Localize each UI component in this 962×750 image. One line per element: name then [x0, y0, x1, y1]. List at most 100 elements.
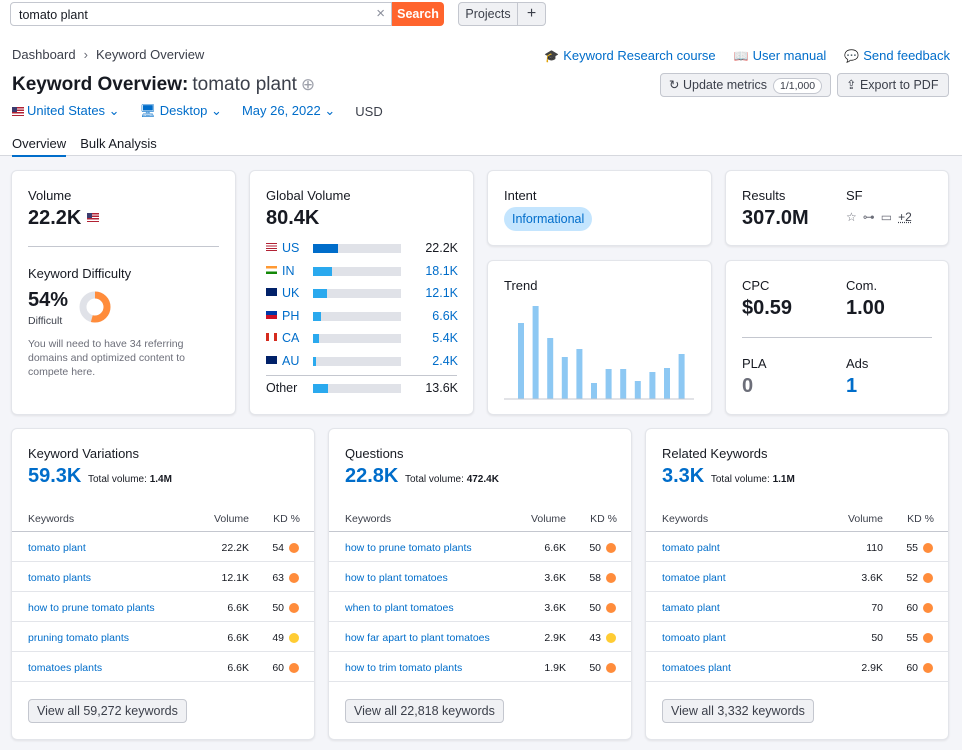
col-kd[interactable]: KD %	[575, 513, 617, 525]
divider	[28, 246, 219, 247]
country-select[interactable]: United States ⌄	[12, 103, 120, 119]
keyword-kd: 49	[272, 632, 284, 644]
col-volume[interactable]: Volume	[514, 513, 566, 525]
keyword-link[interactable]: tomato plants	[28, 572, 91, 584]
keyword-kd: 60	[906, 662, 918, 674]
keyword-link[interactable]: how to prune tomato plants	[28, 602, 155, 614]
graduation-cap-icon: 🎓	[544, 49, 560, 63]
date-select-value: May 26, 2022	[241, 103, 321, 118]
projects-button[interactable]: Projects	[458, 2, 518, 26]
breadcrumb-dashboard[interactable]: Dashboard	[12, 47, 76, 62]
breadcrumb: Dashboard › Keyword Overview	[12, 47, 204, 62]
keyword-link[interactable]: how to plant tomatoes	[345, 572, 448, 584]
sf-more[interactable]: +2	[898, 210, 912, 224]
keyword-volume: 22.2K	[221, 542, 249, 554]
card-count[interactable]: 59.3K	[28, 465, 81, 487]
manual-link[interactable]: 📖 User manual	[734, 48, 827, 63]
add-circle-icon[interactable]: ⊕	[301, 75, 315, 94]
tab-bulk-analysis[interactable]: Bulk Analysis	[80, 136, 157, 157]
update-metrics-button[interactable]: ↻ Update metrics 1/1,000	[660, 73, 831, 97]
keyword-volume: 70	[871, 602, 883, 614]
keyword-link[interactable]: tomato palnt	[662, 542, 720, 554]
keyword-link[interactable]: how far apart to plant tomatoes	[345, 632, 490, 644]
search-button[interactable]: Search	[392, 2, 444, 26]
keyword-link[interactable]: how to trim tomato plants	[345, 662, 462, 674]
ads-value[interactable]: 1	[846, 375, 857, 398]
related-keywords-card: Related Keywords 3.3K Total volume: 1.1M K…	[645, 428, 949, 740]
tabs: Overview Bulk Analysis	[12, 136, 157, 157]
export-icon: ⇪	[846, 78, 857, 92]
global-volume-card: Global Volume 80.4K US 22.2K IN 18.1K UK 12.1…	[249, 170, 474, 415]
keyword-link[interactable]: when to plant tomatoes	[345, 602, 454, 614]
trend-chart	[504, 306, 694, 400]
total-volume-value: 1.4M	[149, 474, 172, 485]
questions-card: Questions 22.8K Total volume: 472.4K Keywo…	[328, 428, 632, 740]
view-all-button[interactable]: View all 22,818 keywords	[345, 699, 504, 723]
keyword-link[interactable]: tomato plant	[28, 542, 86, 554]
ph-flag-icon	[266, 310, 277, 319]
search-input[interactable]: tomato plant ×	[10, 2, 392, 26]
country-bar	[313, 311, 401, 321]
total-volume: Total volume: 1.4M	[85, 474, 172, 485]
country-row[interactable]: IN 18.1K	[266, 264, 458, 278]
card-count[interactable]: 3.3K	[662, 465, 704, 487]
feedback-link[interactable]: 💬 Send feedback	[844, 48, 950, 63]
keyword-volume: 12.1K	[221, 572, 249, 584]
keyword-kd: 50	[589, 602, 601, 614]
col-keywords[interactable]: Keywords	[28, 513, 74, 525]
view-all-button[interactable]: View all 3,332 keywords	[662, 699, 814, 723]
country-row[interactable]: AU 2.4K	[266, 354, 458, 368]
card-count[interactable]: 22.8K	[345, 465, 398, 487]
device-select[interactable]: 🖥 Desktop ⌄	[140, 103, 222, 119]
update-metrics-label: Update metrics	[682, 78, 768, 92]
country-code: CA	[282, 331, 300, 345]
global-volume-other-row: Other 13.6K	[266, 381, 458, 395]
country-row[interactable]: PH 6.6K	[266, 309, 458, 323]
col-keywords[interactable]: Keywords	[662, 513, 708, 525]
keyword-link[interactable]: how to prune tomato plants	[345, 542, 472, 554]
keyword-link[interactable]: pruning tomato plants	[28, 632, 129, 644]
keyword-link[interactable]: tomatoes plant	[662, 662, 731, 674]
clear-icon[interactable]: ×	[376, 6, 385, 22]
trend-bar	[532, 306, 539, 399]
search-input-value[interactable]: tomato plant	[19, 8, 88, 22]
col-kd[interactable]: KD %	[892, 513, 934, 525]
page-title-keyword: tomato plant	[192, 74, 297, 95]
other-value: 13.6K	[425, 381, 458, 395]
col-keywords[interactable]: Keywords	[345, 513, 391, 525]
card-count-row: 22.8K Total volume: 472.4K	[345, 465, 499, 488]
country-row[interactable]: CA 5.4K	[266, 331, 458, 345]
keyword-volume: 1.9K	[544, 662, 566, 674]
keyword-link[interactable]: tomatoes plants	[28, 662, 102, 674]
keyword-kd: 50	[589, 542, 601, 554]
country-code: IN	[282, 263, 295, 278]
divider	[12, 681, 314, 682]
keyword-link[interactable]: tomatoe plant	[662, 572, 726, 584]
table-row: pruning tomato plants 6.6K 49	[28, 622, 299, 652]
table-row: how far apart to plant tomatoes 2.9K 43	[345, 622, 616, 652]
kd-indicator-dot	[289, 573, 299, 583]
country-bar	[313, 244, 401, 253]
col-kd[interactable]: KD %	[258, 513, 300, 525]
course-link[interactable]: 🎓 Keyword Research course	[544, 48, 715, 63]
keyword-link[interactable]: tamato plant	[662, 602, 720, 614]
date-select[interactable]: May 26, 2022 ⌄	[242, 103, 335, 119]
keyword-link[interactable]: tomoato plant	[662, 632, 726, 644]
volume-label: Volume	[28, 188, 72, 203]
chevron-down-icon: ⌄	[108, 103, 120, 118]
pla-value: 0	[742, 375, 754, 397]
country-row[interactable]: UK 12.1K	[266, 286, 458, 300]
col-volume[interactable]: Volume	[197, 513, 249, 525]
chevron-right-icon: ›	[83, 47, 88, 62]
view-all-button[interactable]: View all 59,272 keywords	[28, 699, 187, 723]
tab-overview[interactable]: Overview	[12, 136, 67, 157]
export-pdf-button[interactable]: ⇪ Export to PDF	[837, 73, 949, 97]
trend-bar	[561, 357, 568, 399]
keyword-volume: 110	[866, 542, 883, 554]
volume-value-text: 22.2K	[28, 207, 82, 229]
trend-bar	[649, 372, 656, 399]
col-volume[interactable]: Volume	[831, 513, 883, 525]
country-row[interactable]: US 22.2K	[266, 241, 458, 255]
add-project-button[interactable]: +	[518, 2, 546, 26]
sf-icons: ☆ ⊶ ▭ +2	[846, 210, 912, 224]
